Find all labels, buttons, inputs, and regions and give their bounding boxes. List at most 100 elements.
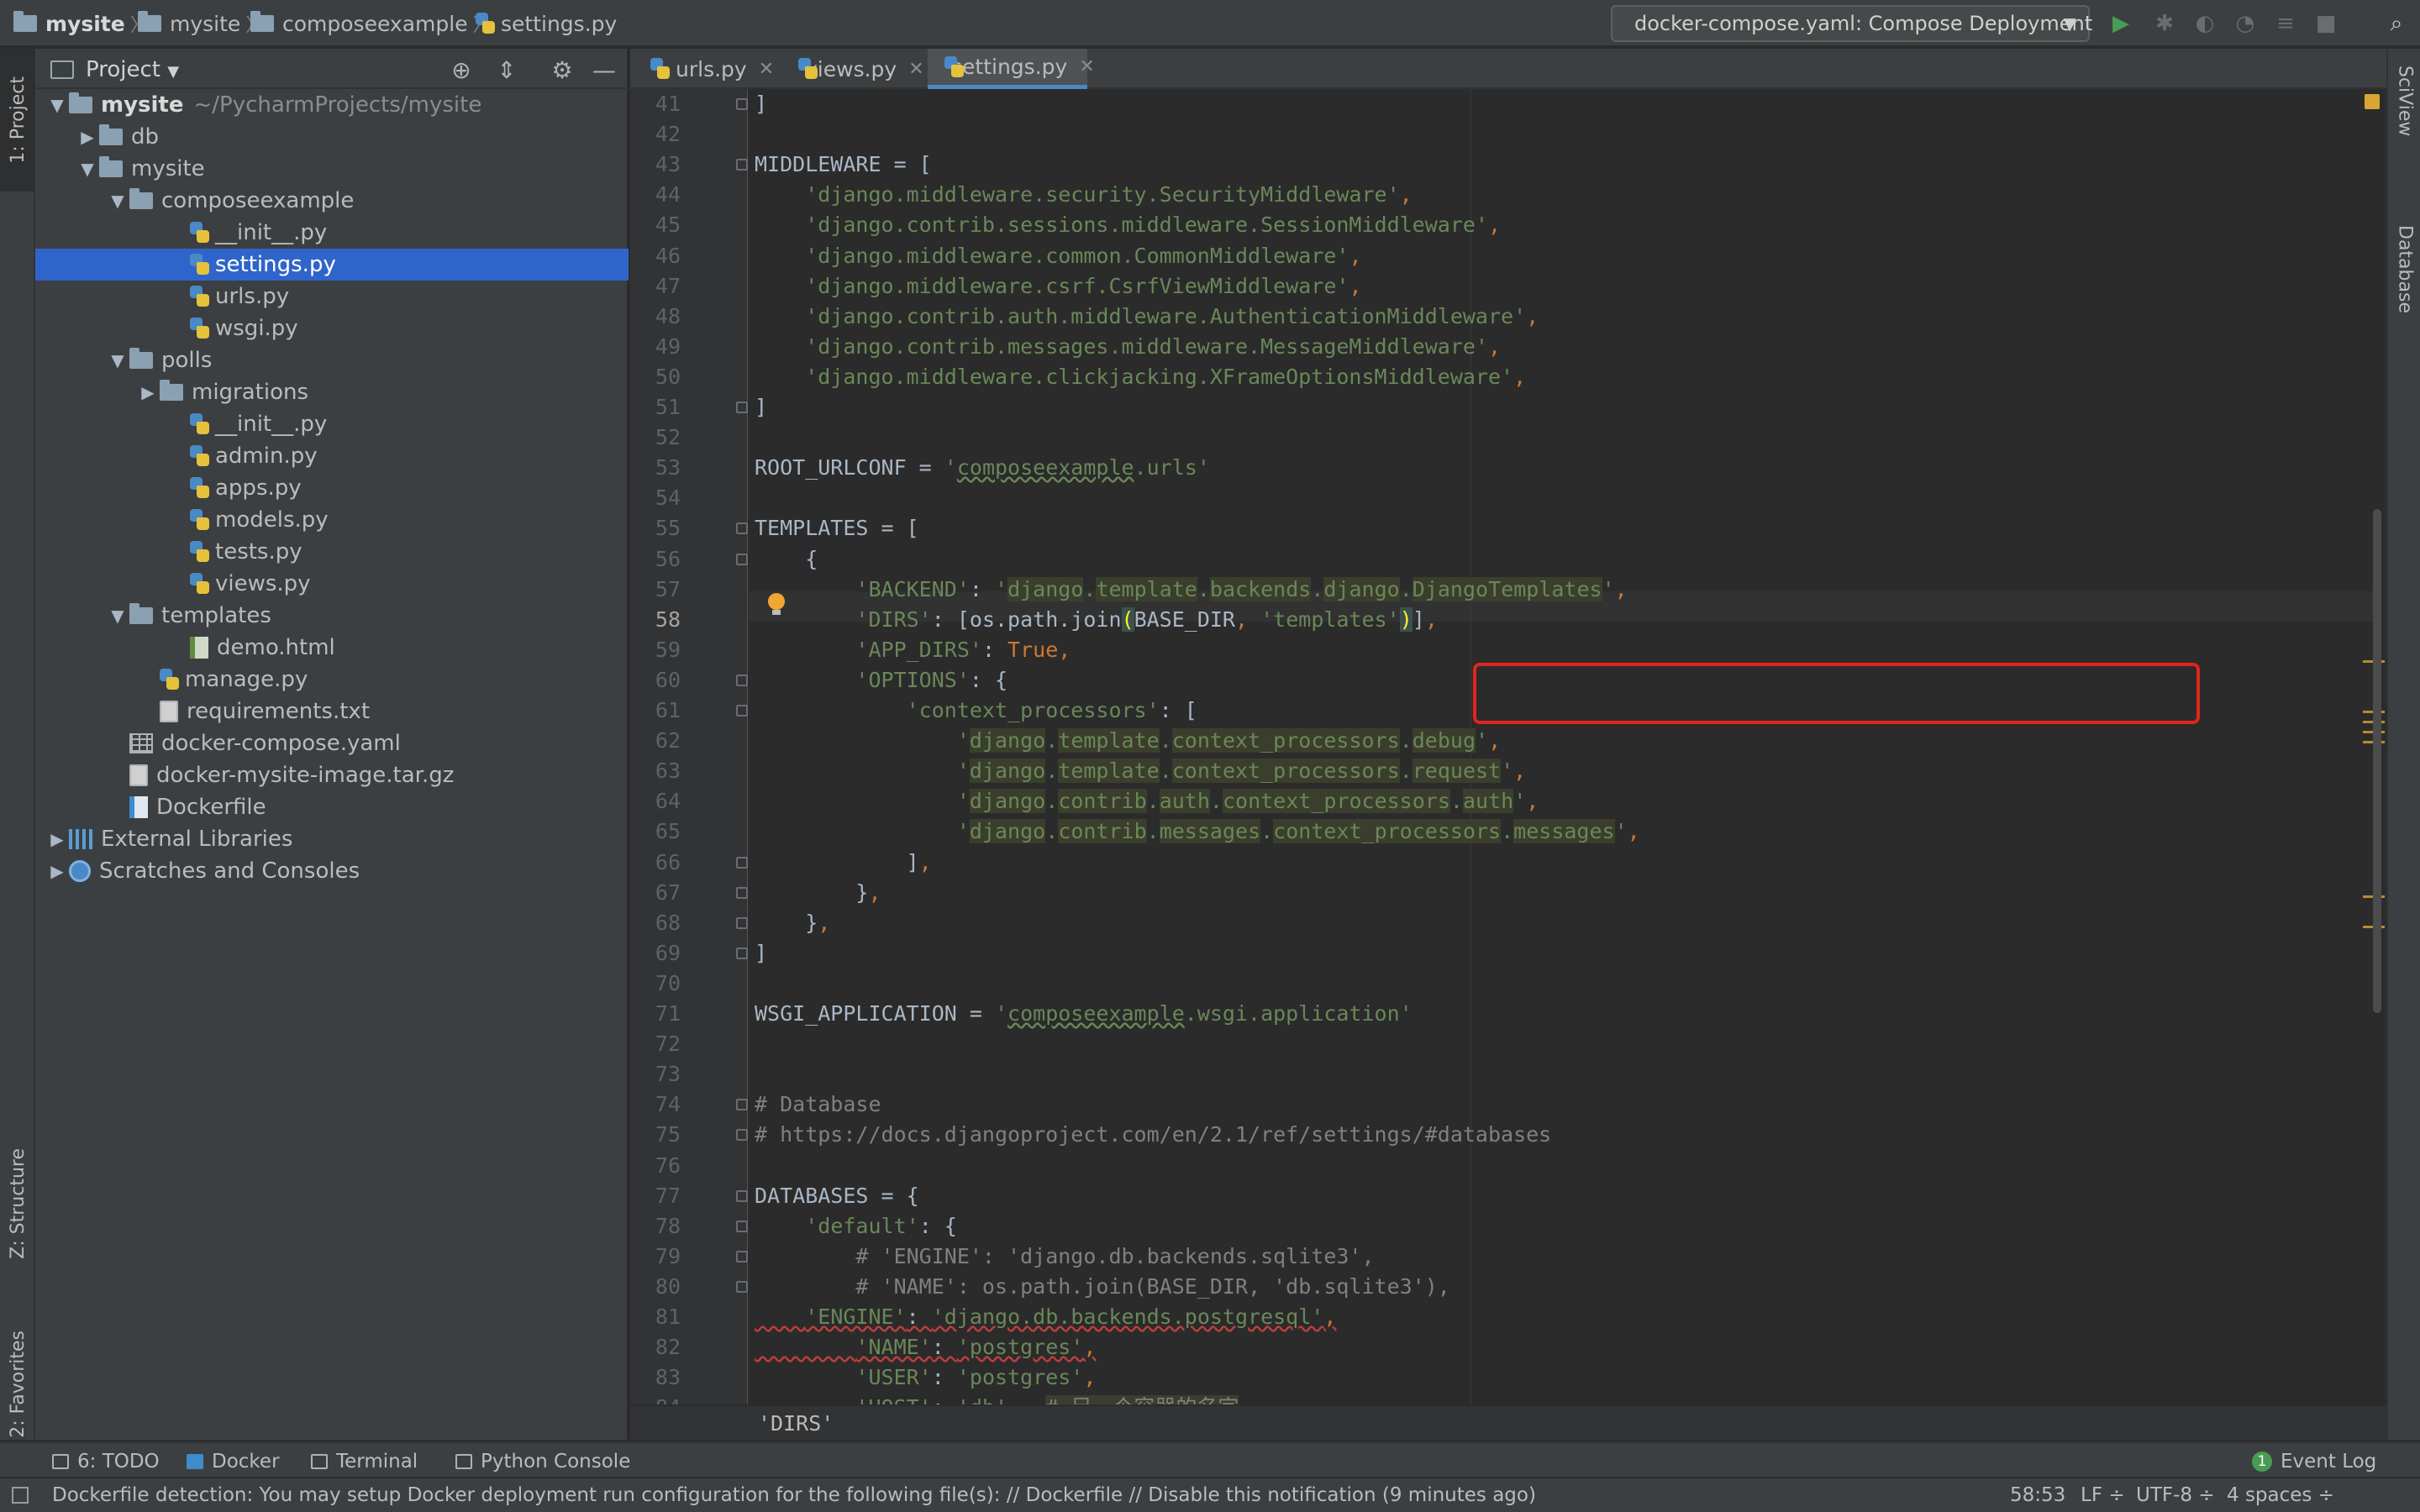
- project-view-select[interactable]: Project ▼: [86, 57, 179, 82]
- expand-right-icon[interactable]: ▶: [45, 829, 69, 849]
- run-button[interactable]: ▶: [2107, 10, 2134, 37]
- fold-marker-icon[interactable]: [736, 98, 748, 110]
- code-line[interactable]: 'django.middleware.security.SecurityMidd…: [755, 180, 1412, 210]
- breadcrumb-composeexample[interactable]: composeexample 〉: [250, 8, 497, 39]
- close-icon[interactable]: ✕: [1079, 56, 1094, 77]
- code-line[interactable]: 'USER': 'postgres',: [755, 1362, 1096, 1393]
- code-line[interactable]: },: [755, 908, 830, 938]
- tree-item[interactable]: manage.py: [35, 664, 629, 696]
- code-line[interactable]: 'django.contrib.sessions.middleware.Sess…: [755, 210, 1501, 240]
- inspection-status-icon[interactable]: [2365, 94, 2380, 109]
- tree-item[interactable]: docker-mysite-image.tar.gz: [35, 759, 629, 791]
- editor-tab[interactable]: views.py ✕: [781, 49, 924, 89]
- editor-breadcrumb[interactable]: 'DIRS': [630, 1404, 2386, 1440]
- expand-down-icon[interactable]: ▼: [106, 350, 129, 370]
- code-line[interactable]: ]: [755, 938, 767, 969]
- tree-item[interactable]: models.py: [35, 504, 629, 536]
- tree-item[interactable]: ▼ mysite ~/PycharmProjects/mysite: [35, 89, 629, 121]
- tree-item[interactable]: ▼ composeexample: [35, 185, 629, 217]
- breadcrumb-mysite-root[interactable]: mysite 〉: [13, 8, 154, 39]
- fold-marker-icon[interactable]: [736, 917, 748, 929]
- fold-marker-icon[interactable]: [736, 1129, 748, 1141]
- code-line[interactable]: ROOT_URLCONF = 'composeexample.urls': [755, 453, 1210, 483]
- code-line[interactable]: WSGI_APPLICATION = 'composeexample.wsgi.…: [755, 999, 1413, 1029]
- file-encoding[interactable]: UTF-8 ÷: [2136, 1484, 2215, 1506]
- code-line[interactable]: 'django.middleware.common.CommonMiddlewa…: [755, 241, 1361, 271]
- expand-right-icon[interactable]: ▶: [76, 127, 99, 147]
- tree-item[interactable]: admin.py: [35, 440, 629, 472]
- code-line[interactable]: 'django.middleware.clickjacking.XFrameOp…: [755, 362, 1526, 392]
- code-line[interactable]: 'NAME': 'postgres',: [755, 1332, 1096, 1362]
- expand-right-icon[interactable]: ▶: [136, 382, 160, 402]
- code-line[interactable]: 'BACKEND': 'django.template.backends.dja…: [755, 575, 1628, 605]
- breadcrumb-settings[interactable]: settings.py: [476, 8, 617, 39]
- toggle-tool-windows-icon[interactable]: [12, 1487, 29, 1504]
- code-line[interactable]: 'django.contrib.auth.context_processors.…: [755, 786, 1539, 816]
- indent-setting[interactable]: 4 spaces ÷: [2227, 1484, 2334, 1506]
- tree-item[interactable]: ▶ migrations: [35, 376, 629, 408]
- fold-marker-icon[interactable]: [736, 1099, 748, 1110]
- concurrency-button[interactable]: ≡: [2272, 10, 2299, 37]
- code-line[interactable]: 'default': {: [755, 1211, 957, 1242]
- caret-position[interactable]: 58:53: [2010, 1484, 2065, 1506]
- expand-down-icon[interactable]: ▼: [106, 191, 129, 211]
- expand-down-icon[interactable]: ▼: [45, 95, 69, 115]
- tool-tab-structure[interactable]: Z: Structure: [0, 1116, 35, 1292]
- code-line[interactable]: TEMPLATES = [: [755, 513, 919, 543]
- code-line[interactable]: 'django.middleware.csrf.CsrfViewMiddlewa…: [755, 271, 1361, 302]
- expand-right-icon[interactable]: ▶: [45, 861, 69, 881]
- tool-tab-docker[interactable]: Docker: [187, 1449, 280, 1474]
- tree-item[interactable]: __init__.py: [35, 217, 629, 249]
- code-line[interactable]: 'django.template.context_processors.requ…: [755, 756, 1526, 786]
- search-icon[interactable]: ⌕: [2383, 10, 2410, 37]
- code-line[interactable]: },: [755, 878, 881, 908]
- tree-item[interactable]: apps.py: [35, 472, 629, 504]
- code-line[interactable]: 'OPTIONS': {: [755, 665, 1007, 696]
- tree-item[interactable]: wsgi.py: [35, 312, 629, 344]
- editor-tab[interactable]: urls.py ✕: [634, 49, 776, 89]
- code-line[interactable]: # 'NAME': os.path.join(BASE_DIR, 'db.sql…: [755, 1272, 1449, 1302]
- stop-button[interactable]: ■: [2312, 10, 2339, 37]
- code-line[interactable]: ]: [755, 392, 767, 423]
- breadcrumb-mysite[interactable]: mysite 〉: [138, 8, 269, 39]
- tree-item[interactable]: ▼ templates: [35, 600, 629, 632]
- code-line[interactable]: 'django.template.context_processors.debu…: [755, 726, 1501, 756]
- code-line[interactable]: 'ENGINE': 'django.db.backends.postgresql…: [755, 1302, 1336, 1332]
- run-configuration-select[interactable]: docker-compose.yaml: Compose Deployment …: [1611, 5, 2092, 42]
- fold-marker-icon[interactable]: [736, 887, 748, 899]
- tool-tab-project[interactable]: 1: Project: [0, 49, 35, 192]
- code-editor[interactable]: 41 42 43 44 45 46 47 48 49 50 51 52 53 54 55 56 57 58 59 60…: [630, 89, 2386, 1404]
- tree-item[interactable]: ▶ db: [35, 121, 629, 153]
- tree-item[interactable]: demo.html: [35, 632, 629, 664]
- fold-marker-icon[interactable]: [736, 948, 748, 959]
- tree-item[interactable]: views.py: [35, 568, 629, 600]
- fold-marker-icon[interactable]: [736, 1281, 748, 1293]
- fold-marker-icon[interactable]: [736, 1190, 748, 1202]
- tool-tab-python-console[interactable]: Python Console: [455, 1449, 630, 1474]
- code-line[interactable]: 'django.contrib.messages.context_process…: [755, 816, 1640, 847]
- code-line[interactable]: # https://docs.djangoproject.com/en/2.1/…: [755, 1120, 1551, 1150]
- tree-item[interactable]: ▶ External Libraries: [35, 823, 629, 855]
- tool-tab-terminal[interactable]: Terminal: [311, 1449, 418, 1474]
- fold-marker-icon[interactable]: [736, 522, 748, 534]
- code-line[interactable]: 'django.contrib.messages.middleware.Mess…: [755, 332, 1501, 362]
- code-line[interactable]: 'HOST': 'db', # 另一个容器的名字: [755, 1393, 1239, 1404]
- tool-tab-event-log[interactable]: 1 Event Log: [2252, 1449, 2376, 1474]
- code-line[interactable]: # Database: [755, 1089, 881, 1120]
- tree-item[interactable]: ▶ Scratches and Consoles: [35, 855, 629, 887]
- tool-tab-database[interactable]: Database: [2388, 225, 2420, 368]
- tool-tab-todo[interactable]: 6: TODO: [52, 1449, 160, 1474]
- code-line[interactable]: ],: [755, 848, 932, 878]
- locate-file-icon[interactable]: ⊕: [447, 55, 476, 84]
- hide-panel-icon[interactable]: —: [590, 55, 618, 84]
- fold-marker-icon[interactable]: [736, 705, 748, 717]
- code-line[interactable]: DATABASES = {: [755, 1181, 919, 1211]
- vertical-scrollbar[interactable]: [2373, 509, 2381, 1013]
- close-icon[interactable]: ✕: [759, 59, 774, 80]
- code-line[interactable]: 'context_processors': [: [755, 696, 1197, 726]
- tree-item[interactable]: Dockerfile: [35, 791, 629, 823]
- tree-item[interactable]: ▼ polls: [35, 344, 629, 376]
- editor-tab[interactable]: settings.py ✕: [928, 49, 1095, 89]
- code-line[interactable]: 'django.contrib.auth.middleware.Authenti…: [755, 302, 1539, 332]
- tree-item[interactable]: tests.py: [35, 536, 629, 568]
